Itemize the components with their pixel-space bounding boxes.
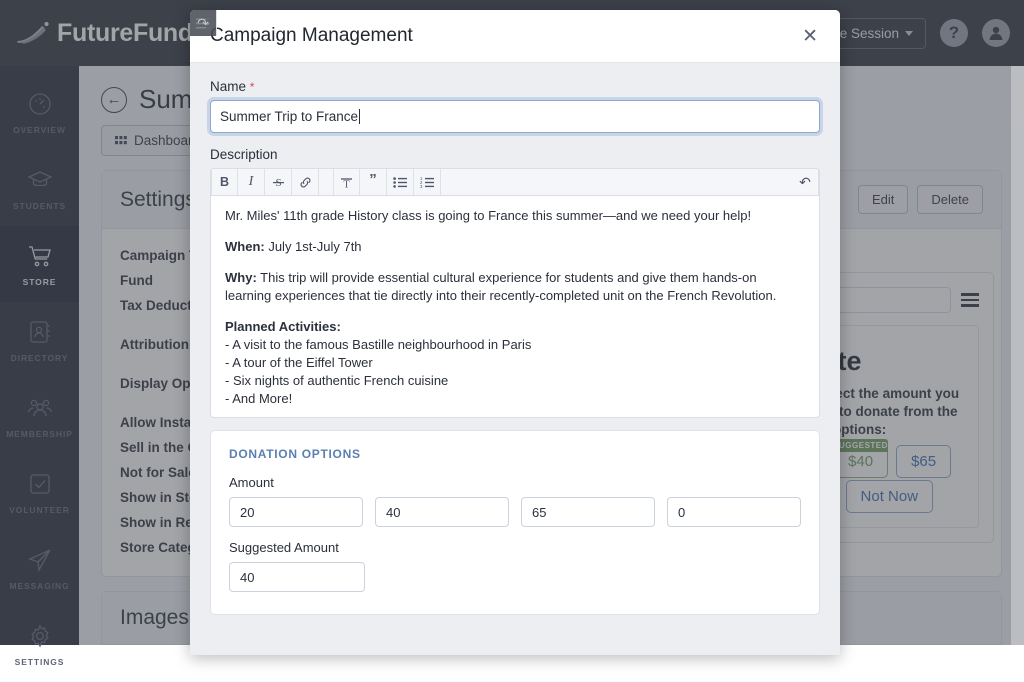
activity-line: - A visit to the famous Bastille neighbo… xyxy=(225,337,531,352)
modal-title: Campaign Management xyxy=(210,25,413,47)
description-when: When: July 1st-July 7th xyxy=(225,238,805,256)
editor-toolbar: B I S xyxy=(210,168,820,196)
activity-line: - Six nights of authentic French cuisine xyxy=(225,373,448,388)
name-label-text: Name xyxy=(210,79,246,94)
text-size-glyph: T xyxy=(339,176,354,189)
campaign-management-modal: Campaign Management ✕ Name * Summer Trip… xyxy=(190,10,840,655)
sidebar-label-settings: SETTINGS xyxy=(15,657,65,667)
modal-body: Name * Summer Trip to France Description… xyxy=(190,63,840,655)
bullet-list-button[interactable] xyxy=(387,169,414,195)
why-label: Why: xyxy=(225,270,257,285)
description-activities: Planned Activities: - A visit to the fam… xyxy=(225,318,805,408)
amount-input-2[interactable]: 40 xyxy=(375,497,509,527)
name-input-value: Summer Trip to France xyxy=(220,109,358,124)
required-mark: * xyxy=(250,80,255,94)
description-intro: Mr. Miles' 11th grade History class is g… xyxy=(225,207,805,225)
description-editor[interactable]: Mr. Miles' 11th grade History class is g… xyxy=(210,196,820,418)
page-scrollbar[interactable] xyxy=(1011,66,1024,645)
suggested-amount-input[interactable]: 40 xyxy=(229,562,365,592)
editor-toolbar-group-block: T ” 1 2 3 xyxy=(333,169,441,195)
description-why: Why: This trip will provide essential cu… xyxy=(225,269,805,305)
name-input[interactable]: Summer Trip to France xyxy=(210,100,820,133)
when-value: July 1st-July 7th xyxy=(265,239,362,254)
donation-options-card: DONATION OPTIONS Amount 20 40 65 0 Sugge… xyxy=(210,430,820,615)
svg-text:T: T xyxy=(343,179,349,188)
blockquote-button[interactable]: ” xyxy=(360,169,387,195)
numbered-list-glyph: 1 2 3 xyxy=(420,177,434,188)
activities-label: Planned Activities: xyxy=(225,319,341,334)
amount-input-3[interactable]: 65 xyxy=(521,497,655,527)
when-label: When: xyxy=(225,239,265,254)
bold-button[interactable]: B xyxy=(211,169,238,195)
modal-header: Campaign Management ✕ xyxy=(190,10,840,63)
numbered-list-button[interactable]: 1 2 3 xyxy=(414,169,441,195)
activity-line: - And More! xyxy=(225,391,292,406)
strikethrough-glyph: S xyxy=(272,176,285,189)
activity-line: - A tour of the Eiffel Tower xyxy=(225,355,373,370)
text-caret xyxy=(359,109,360,124)
amount-input-4[interactable]: 0 xyxy=(667,497,801,527)
undo-button[interactable]: ↶ xyxy=(792,169,819,195)
amount-label: Amount xyxy=(229,475,801,490)
amount-inputs-row: 20 40 65 0 xyxy=(229,497,801,527)
strikethrough-button[interactable]: S xyxy=(265,169,292,195)
link-button[interactable] xyxy=(292,169,319,195)
editor-toolbar-group-inline: B I S xyxy=(211,169,319,195)
text-size-button[interactable]: T xyxy=(333,169,360,195)
description-label: Description xyxy=(210,147,820,162)
donation-options-title: DONATION OPTIONS xyxy=(229,447,801,461)
suggested-amount-label: Suggested Amount xyxy=(229,540,801,555)
svg-text:3: 3 xyxy=(420,184,423,188)
editor-toolbar-group-history: ↶ ↷ xyxy=(792,169,819,195)
name-field-label: Name * xyxy=(210,79,820,94)
close-icon[interactable]: ✕ xyxy=(800,23,820,50)
why-value: This trip will provide essential cultura… xyxy=(225,270,776,303)
italic-button[interactable]: I xyxy=(238,169,265,195)
amount-input-1[interactable]: 20 xyxy=(229,497,363,527)
link-glyph xyxy=(299,176,312,189)
bullet-list-glyph xyxy=(393,177,407,188)
